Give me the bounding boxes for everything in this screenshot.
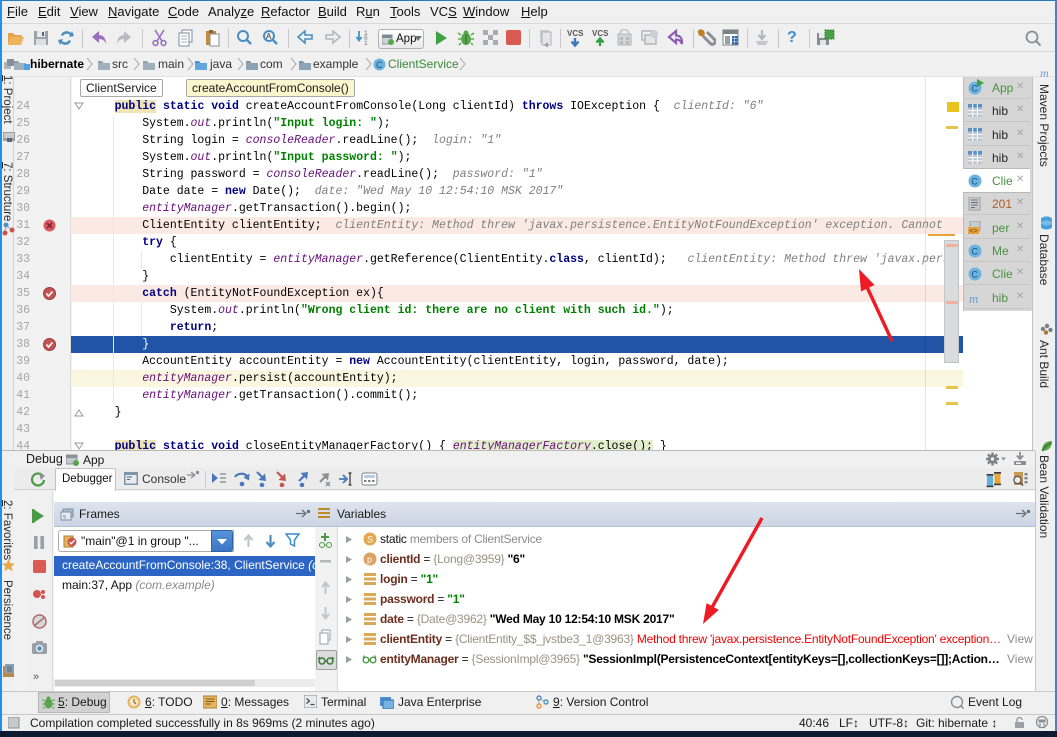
svg-text:C: C [376, 60, 383, 70]
svg-text:m: m [1040, 66, 1049, 79]
svg-text:C: C [971, 270, 978, 280]
svg-text:C: C [971, 247, 978, 257]
svg-text:S: S [367, 535, 373, 545]
svg-text:VCS: VCS [592, 29, 609, 38]
svg-text:VCS: VCS [567, 29, 584, 38]
svg-text:C: C [971, 177, 978, 187]
svg-text:<>: <> [969, 228, 977, 235]
svg-text:1: 1 [364, 40, 368, 47]
svg-text:p: p [367, 555, 372, 565]
svg-text:s: s [63, 515, 66, 521]
svg-text:A: A [266, 32, 272, 41]
svg-text:m: m [969, 291, 978, 305]
